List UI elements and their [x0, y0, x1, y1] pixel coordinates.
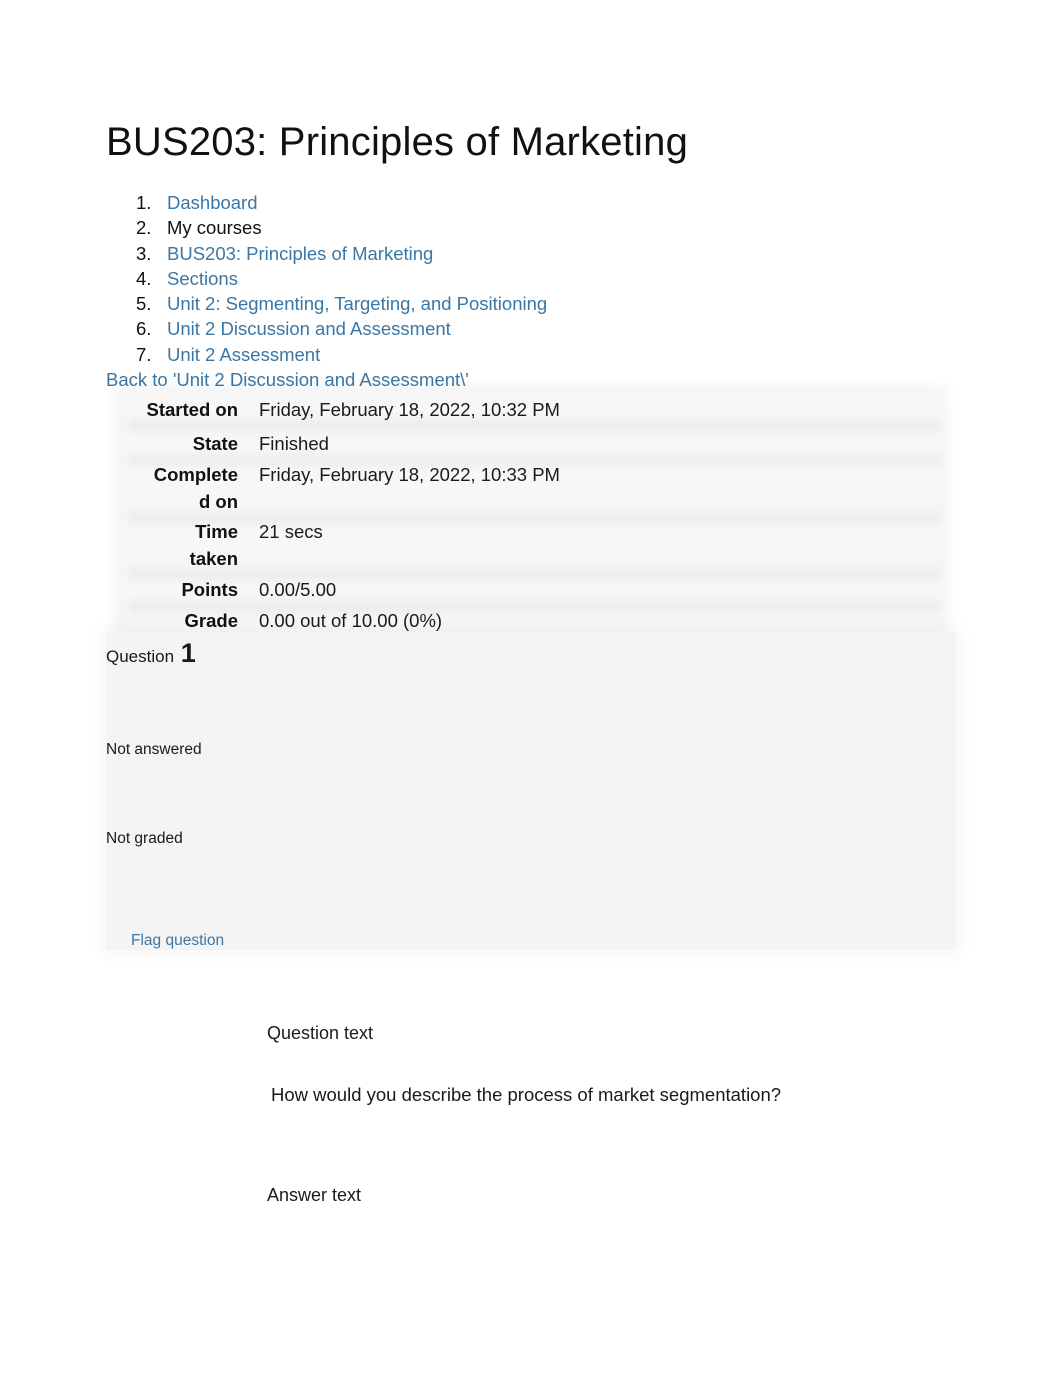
question-text-label: Question text — [267, 1023, 374, 1043]
summary-label: Time taken — [128, 518, 238, 572]
question-state: Not answered — [106, 741, 202, 758]
summary-label-line: Time — [195, 521, 238, 542]
question-grade: Not graded — [106, 830, 183, 847]
page-title: BUS203: Principles of Marketing — [106, 120, 689, 164]
summary-value: Finished — [259, 433, 329, 454]
question-info-panel — [106, 632, 956, 950]
breadcrumb: 1. Dashboard 2. My courses 3. BUS203: Princ… — [136, 190, 547, 367]
breadcrumb-label-my-courses: My courses — [167, 217, 262, 239]
summary-label-line: Complete — [153, 464, 238, 485]
summary-label-line: taken — [189, 548, 238, 569]
question-number: 1 — [180, 638, 196, 668]
breadcrumb-item-discussion: 6. Unit 2 Discussion and Assessment — [136, 316, 547, 341]
summary-value: Friday, February 18, 2022, 10:33 PM — [259, 464, 560, 485]
breadcrumb-link-course[interactable]: BUS203: Principles of Marketing — [167, 243, 433, 264]
question-text: How would you describe the process of ma… — [271, 1084, 782, 1105]
flag-question-link[interactable]: Flag question — [131, 932, 224, 950]
breadcrumb-number: 2. — [136, 217, 152, 239]
breadcrumb-item-course: 3. BUS203: Principles of Marketing — [136, 241, 547, 266]
summary-value: 21 secs — [259, 521, 323, 542]
attempt-summary-table: Started on Friday, February 18, 2022, 10… — [122, 392, 940, 636]
back-link[interactable]: Back to 'Unit 2 Discussion and Assessmen… — [106, 367, 469, 392]
breadcrumb-link-assessment[interactable]: Unit 2 Assessment — [167, 344, 320, 365]
breadcrumb-number: 3. — [136, 242, 152, 264]
breadcrumb-item-unit-2: 5. Unit 2: Segmenting, Targeting, and Pos… — [136, 291, 547, 316]
summary-value: 0.00 out of 10.00 (0%) — [259, 610, 443, 631]
question-heading: Question 1 — [106, 638, 196, 669]
breadcrumb-number: 7. — [136, 343, 152, 365]
breadcrumb-link-discussion[interactable]: Unit 2 Discussion and Assessment — [167, 318, 451, 339]
breadcrumb-number: 5. — [136, 293, 152, 315]
flag-icon[interactable] — [110, 932, 124, 950]
question-prefix: Question — [106, 647, 175, 666]
breadcrumb-item-sections: 4. Sections — [136, 266, 547, 291]
breadcrumb-link-unit-2[interactable]: Unit 2: Segmenting, Targeting, and Posit… — [167, 293, 547, 314]
breadcrumb-item-assessment: 7. Unit 2 Assessment — [136, 342, 547, 367]
summary-value: Friday, February 18, 2022, 10:32 PM — [259, 399, 560, 420]
summary-label: Complete d on — [128, 461, 238, 515]
breadcrumb-number: 4. — [136, 267, 152, 289]
breadcrumb-number: 1. — [136, 192, 152, 213]
answer-text-label: Answer text — [267, 1185, 362, 1205]
row-divider — [128, 512, 940, 524]
row-divider — [128, 601, 940, 613]
summary-label: Started on — [146, 399, 238, 420]
row-divider — [128, 568, 940, 580]
summary-label: Grade — [184, 610, 238, 631]
breadcrumb-number: 6. — [136, 318, 152, 340]
summary-label-line: d on — [198, 491, 238, 512]
summary-label: Points — [181, 579, 238, 600]
breadcrumb-link-sections[interactable]: Sections — [167, 268, 238, 289]
summary-value: 0.00/5.00 — [259, 579, 337, 600]
breadcrumb-link-dashboard[interactable]: Dashboard — [167, 192, 258, 213]
breadcrumb-item-my-courses: 2. My courses — [136, 215, 547, 240]
breadcrumb-item-dashboard: 1. Dashboard — [136, 190, 547, 215]
summary-label: State — [192, 433, 238, 454]
